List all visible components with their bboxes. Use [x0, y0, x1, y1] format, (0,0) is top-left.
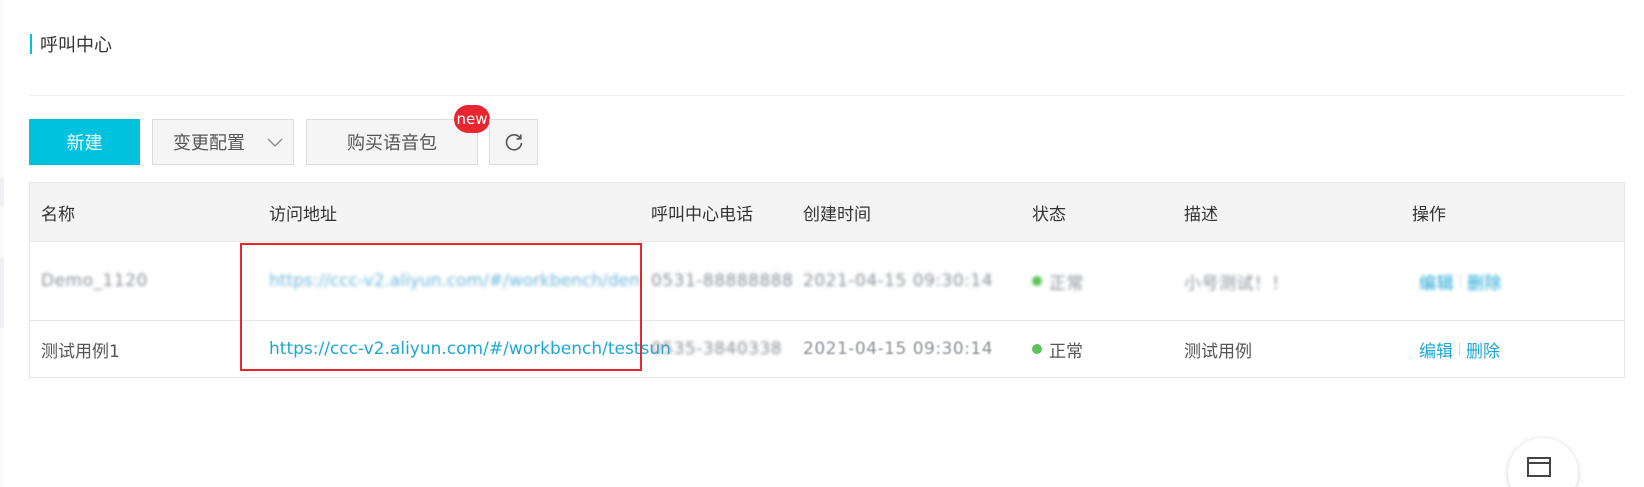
left-sidebar-edge: [0, 0, 4, 487]
table-row: Demo_1120 https://ccc-v2.aliyun.com/#/wo…: [30, 242, 1624, 321]
new-button[interactable]: 新建: [29, 119, 140, 165]
cell-description: 测试用例: [1184, 341, 1252, 362]
cell-created: 2021-04-15 09:30:14: [803, 271, 994, 291]
cell-phone: 0531-88888888: [651, 271, 794, 291]
window-icon: [1527, 457, 1551, 477]
delete-link[interactable]: 删除: [1467, 269, 1502, 294]
buy-voice-pack-button[interactable]: 购买语音包: [306, 119, 478, 165]
title-divider: [29, 95, 1625, 96]
new-badge: new: [454, 105, 490, 133]
cell-url-link[interactable]: https://ccc-v2.aliyun.com/#/workbench/de…: [269, 242, 639, 320]
page-title: 呼叫中心: [30, 31, 112, 57]
header-url: 访问地址: [269, 204, 337, 225]
title-accent-bar: [30, 34, 32, 54]
cell-phone: 0535-3840338: [651, 339, 783, 359]
header-created: 创建时间: [803, 204, 871, 225]
cell-status: 正常: [1032, 321, 1083, 377]
header-name: 名称: [41, 204, 75, 225]
edit-link[interactable]: 编辑: [1419, 269, 1454, 294]
floating-action-button[interactable]: [1508, 438, 1578, 487]
cell-name: Demo_1120: [41, 271, 148, 291]
edit-link[interactable]: 编辑: [1419, 337, 1453, 362]
status-text: 正常: [1049, 341, 1083, 362]
cell-status: 正常: [1032, 242, 1084, 320]
refresh-button[interactable]: [489, 119, 538, 165]
table-row: 测试用例1 https://ccc-v2.aliyun.com/#/workbe…: [30, 321, 1624, 377]
status-dot-icon: [1032, 276, 1042, 286]
action-separator: [1459, 342, 1460, 356]
call-center-page: 呼叫中心 新建 变更配置 购买语音包 new 名称 访问地址 呼叫中心电话 创建…: [0, 0, 1644, 487]
change-config-label: 变更配置: [173, 133, 245, 154]
header-actions: 操作: [1412, 204, 1446, 225]
status-dot-icon: [1032, 344, 1042, 354]
chevron-down-icon: [267, 138, 283, 147]
cell-description: 小号测试！！: [1184, 273, 1289, 294]
cell-url-link[interactable]: https://ccc-v2.aliyun.com/#/workbench/te…: [269, 321, 671, 377]
page-title-text: 呼叫中心: [40, 35, 112, 56]
cell-name: 测试用例1: [41, 341, 120, 362]
cell-actions: 编辑 删除: [1419, 242, 1502, 320]
header-status: 状态: [1032, 204, 1066, 225]
cell-actions: 编辑 删除: [1419, 321, 1500, 377]
table-header: 名称 访问地址 呼叫中心电话 创建时间 状态 描述 操作: [30, 183, 1624, 242]
change-config-dropdown[interactable]: 变更配置: [152, 119, 294, 165]
refresh-icon: [505, 134, 522, 151]
action-separator: [1460, 274, 1461, 288]
delete-link[interactable]: 删除: [1466, 337, 1500, 362]
header-phone: 呼叫中心电话: [651, 204, 753, 225]
status-text: 正常: [1049, 273, 1084, 294]
call-center-table: 名称 访问地址 呼叫中心电话 创建时间 状态 描述 操作 Demo_1120 h…: [29, 182, 1625, 378]
header-description: 描述: [1184, 204, 1218, 225]
cell-created: 2021-04-15 09:30:14: [803, 339, 994, 359]
